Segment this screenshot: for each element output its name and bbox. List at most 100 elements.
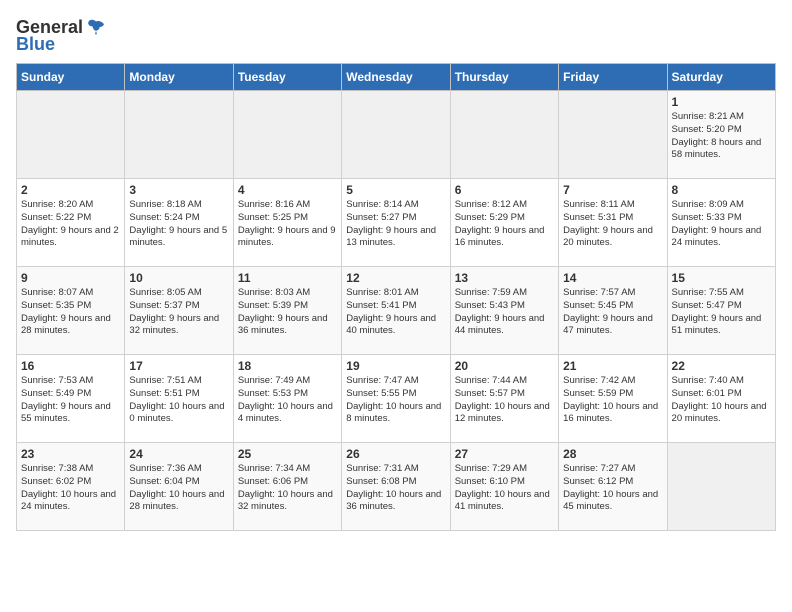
day-info: Sunrise: 8:18 AM Sunset: 5:24 PM Dayligh… [129,199,228,250]
calendar-cell-w0d1 [125,91,233,179]
day-number: 6 [455,183,554,197]
day-number: 13 [455,271,554,285]
day-number: 9 [21,271,120,285]
day-info: Sunrise: 8:03 AM Sunset: 5:39 PM Dayligh… [238,287,337,338]
day-info: Sunrise: 7:29 AM Sunset: 6:10 PM Dayligh… [455,463,554,514]
day-number: 24 [129,447,228,461]
day-info: Sunrise: 7:51 AM Sunset: 5:51 PM Dayligh… [129,375,228,426]
day-number: 5 [346,183,445,197]
day-info: Sunrise: 8:20 AM Sunset: 5:22 PM Dayligh… [21,199,120,250]
calendar-cell-w4d0: 23 Sunrise: 7:38 AM Sunset: 6:02 PM Dayli… [17,443,125,531]
calendar-cell-w1d3: 5 Sunrise: 8:14 AM Sunset: 5:27 PM Daylig… [342,179,450,267]
calendar-cell-w0d3 [342,91,450,179]
calendar-cell-w3d1: 17 Sunrise: 7:51 AM Sunset: 5:51 PM Dayli… [125,355,233,443]
day-number: 11 [238,271,337,285]
calendar-cell-w0d2 [233,91,341,179]
calendar-cell-w3d0: 16 Sunrise: 7:53 AM Sunset: 5:49 PM Dayli… [17,355,125,443]
calendar-cell-w4d3: 26 Sunrise: 7:31 AM Sunset: 6:08 PM Dayli… [342,443,450,531]
day-info: Sunrise: 7:42 AM Sunset: 5:59 PM Dayligh… [563,375,662,426]
day-number: 14 [563,271,662,285]
day-number: 23 [21,447,120,461]
calendar-cell-w0d5 [559,91,667,179]
logo-blue-text: Blue [16,34,55,55]
day-info: Sunrise: 7:55 AM Sunset: 5:47 PM Dayligh… [672,287,771,338]
calendar-cell-w3d6: 22 Sunrise: 7:40 AM Sunset: 6:01 PM Dayli… [667,355,775,443]
day-number: 8 [672,183,771,197]
weekday-header-monday: Monday [125,64,233,91]
weekday-header-wednesday: Wednesday [342,64,450,91]
day-info: Sunrise: 7:27 AM Sunset: 6:12 PM Dayligh… [563,463,662,514]
day-info: Sunrise: 8:12 AM Sunset: 5:29 PM Dayligh… [455,199,554,250]
calendar-cell-w4d5: 28 Sunrise: 7:27 AM Sunset: 6:12 PM Dayli… [559,443,667,531]
calendar-cell-w2d4: 13 Sunrise: 7:59 AM Sunset: 5:43 PM Dayli… [450,267,558,355]
day-number: 7 [563,183,662,197]
day-info: Sunrise: 7:53 AM Sunset: 5:49 PM Dayligh… [21,375,120,426]
calendar-cell-w1d0: 2 Sunrise: 8:20 AM Sunset: 5:22 PM Daylig… [17,179,125,267]
day-number: 3 [129,183,228,197]
day-info: Sunrise: 8:14 AM Sunset: 5:27 PM Dayligh… [346,199,445,250]
calendar-cell-w0d4 [450,91,558,179]
day-info: Sunrise: 7:47 AM Sunset: 5:55 PM Dayligh… [346,375,445,426]
calendar-cell-w1d2: 4 Sunrise: 8:16 AM Sunset: 5:25 PM Daylig… [233,179,341,267]
calendar-cell-w1d6: 8 Sunrise: 8:09 AM Sunset: 5:33 PM Daylig… [667,179,775,267]
calendar-cell-w4d1: 24 Sunrise: 7:36 AM Sunset: 6:04 PM Dayli… [125,443,233,531]
calendar-cell-w4d4: 27Sunrise: 7:29 AM Sunset: 6:10 PM Dayli… [450,443,558,531]
day-number: 1 [672,95,771,109]
day-number: 20 [455,359,554,373]
day-info: Sunrise: 7:36 AM Sunset: 6:04 PM Dayligh… [129,463,228,514]
calendar-cell-w1d4: 6 Sunrise: 8:12 AM Sunset: 5:29 PM Daylig… [450,179,558,267]
calendar-cell-w0d0 [17,91,125,179]
day-number: 2 [21,183,120,197]
day-number: 4 [238,183,337,197]
logo: General Blue [16,16,107,55]
page-header: General Blue [16,16,776,55]
calendar-cell-w2d3: 12 Sunrise: 8:01 AM Sunset: 5:41 PM Dayli… [342,267,450,355]
day-info: Sunrise: 8:05 AM Sunset: 5:37 PM Dayligh… [129,287,228,338]
day-info: Sunrise: 7:59 AM Sunset: 5:43 PM Dayligh… [455,287,554,338]
calendar-cell-w2d1: 10 Sunrise: 8:05 AM Sunset: 5:37 PM Dayli… [125,267,233,355]
weekday-header-thursday: Thursday [450,64,558,91]
calendar-cell-w1d5: 7 Sunrise: 8:11 AM Sunset: 5:31 PM Daylig… [559,179,667,267]
day-number: 17 [129,359,228,373]
calendar-cell-w3d3: 19 Sunrise: 7:47 AM Sunset: 5:55 PM Dayli… [342,355,450,443]
day-number: 26 [346,447,445,461]
weekday-header-sunday: Sunday [17,64,125,91]
day-info: Sunrise: 7:49 AM Sunset: 5:53 PM Dayligh… [238,375,337,426]
day-number: 22 [672,359,771,373]
day-info: Sunrise: 7:34 AM Sunset: 6:06 PM Dayligh… [238,463,337,514]
day-info: Sunrise: 7:38 AM Sunset: 6:02 PM Dayligh… [21,463,120,514]
day-number: 16 [21,359,120,373]
day-info: Sunrise: 8:16 AM Sunset: 5:25 PM Dayligh… [238,199,337,250]
calendar-cell-w1d1: 3 Sunrise: 8:18 AM Sunset: 5:24 PM Daylig… [125,179,233,267]
day-info: Sunrise: 8:07 AM Sunset: 5:35 PM Dayligh… [21,287,120,338]
calendar-cell-w3d5: 21 Sunrise: 7:42 AM Sunset: 5:59 PM Dayli… [559,355,667,443]
calendar-cell-w4d6 [667,443,775,531]
day-number: 15 [672,271,771,285]
day-number: 21 [563,359,662,373]
weekday-header-tuesday: Tuesday [233,64,341,91]
calendar-cell-w2d0: 9 Sunrise: 8:07 AM Sunset: 5:35 PM Daylig… [17,267,125,355]
weekday-header-friday: Friday [559,64,667,91]
calendar-cell-w4d2: 25 Sunrise: 7:34 AM Sunset: 6:06 PM Dayli… [233,443,341,531]
day-info: Sunrise: 7:31 AM Sunset: 6:08 PM Dayligh… [346,463,445,514]
day-number: 28 [563,447,662,461]
calendar-cell-w3d2: 18 Sunrise: 7:49 AM Sunset: 5:53 PM Dayli… [233,355,341,443]
day-number: 18 [238,359,337,373]
calendar-cell-w3d4: 20 Sunrise: 7:44 AM Sunset: 5:57 PM Dayli… [450,355,558,443]
day-info: Sunrise: 8:21 AM Sunset: 5:20 PM Dayligh… [672,111,771,162]
weekday-header-saturday: Saturday [667,64,775,91]
day-info: Sunrise: 7:44 AM Sunset: 5:57 PM Dayligh… [455,375,554,426]
day-info: Sunrise: 7:40 AM Sunset: 6:01 PM Dayligh… [672,375,771,426]
day-number: 19 [346,359,445,373]
day-info: Sunrise: 7:57 AM Sunset: 5:45 PM Dayligh… [563,287,662,338]
day-number: 12 [346,271,445,285]
calendar-cell-w2d6: 15 Sunrise: 7:55 AM Sunset: 5:47 PM Dayli… [667,267,775,355]
day-info: Sunrise: 8:09 AM Sunset: 5:33 PM Dayligh… [672,199,771,250]
day-info: Sunrise: 8:01 AM Sunset: 5:41 PM Dayligh… [346,287,445,338]
day-info: Sunrise: 8:11 AM Sunset: 5:31 PM Dayligh… [563,199,662,250]
calendar-table: SundayMondayTuesdayWednesdayThursdayFrid… [16,63,776,531]
day-number: 25 [238,447,337,461]
calendar-cell-w2d2: 11 Sunrise: 8:03 AM Sunset: 5:39 PM Dayli… [233,267,341,355]
day-number: 10 [129,271,228,285]
logo-bird-icon [85,16,107,38]
